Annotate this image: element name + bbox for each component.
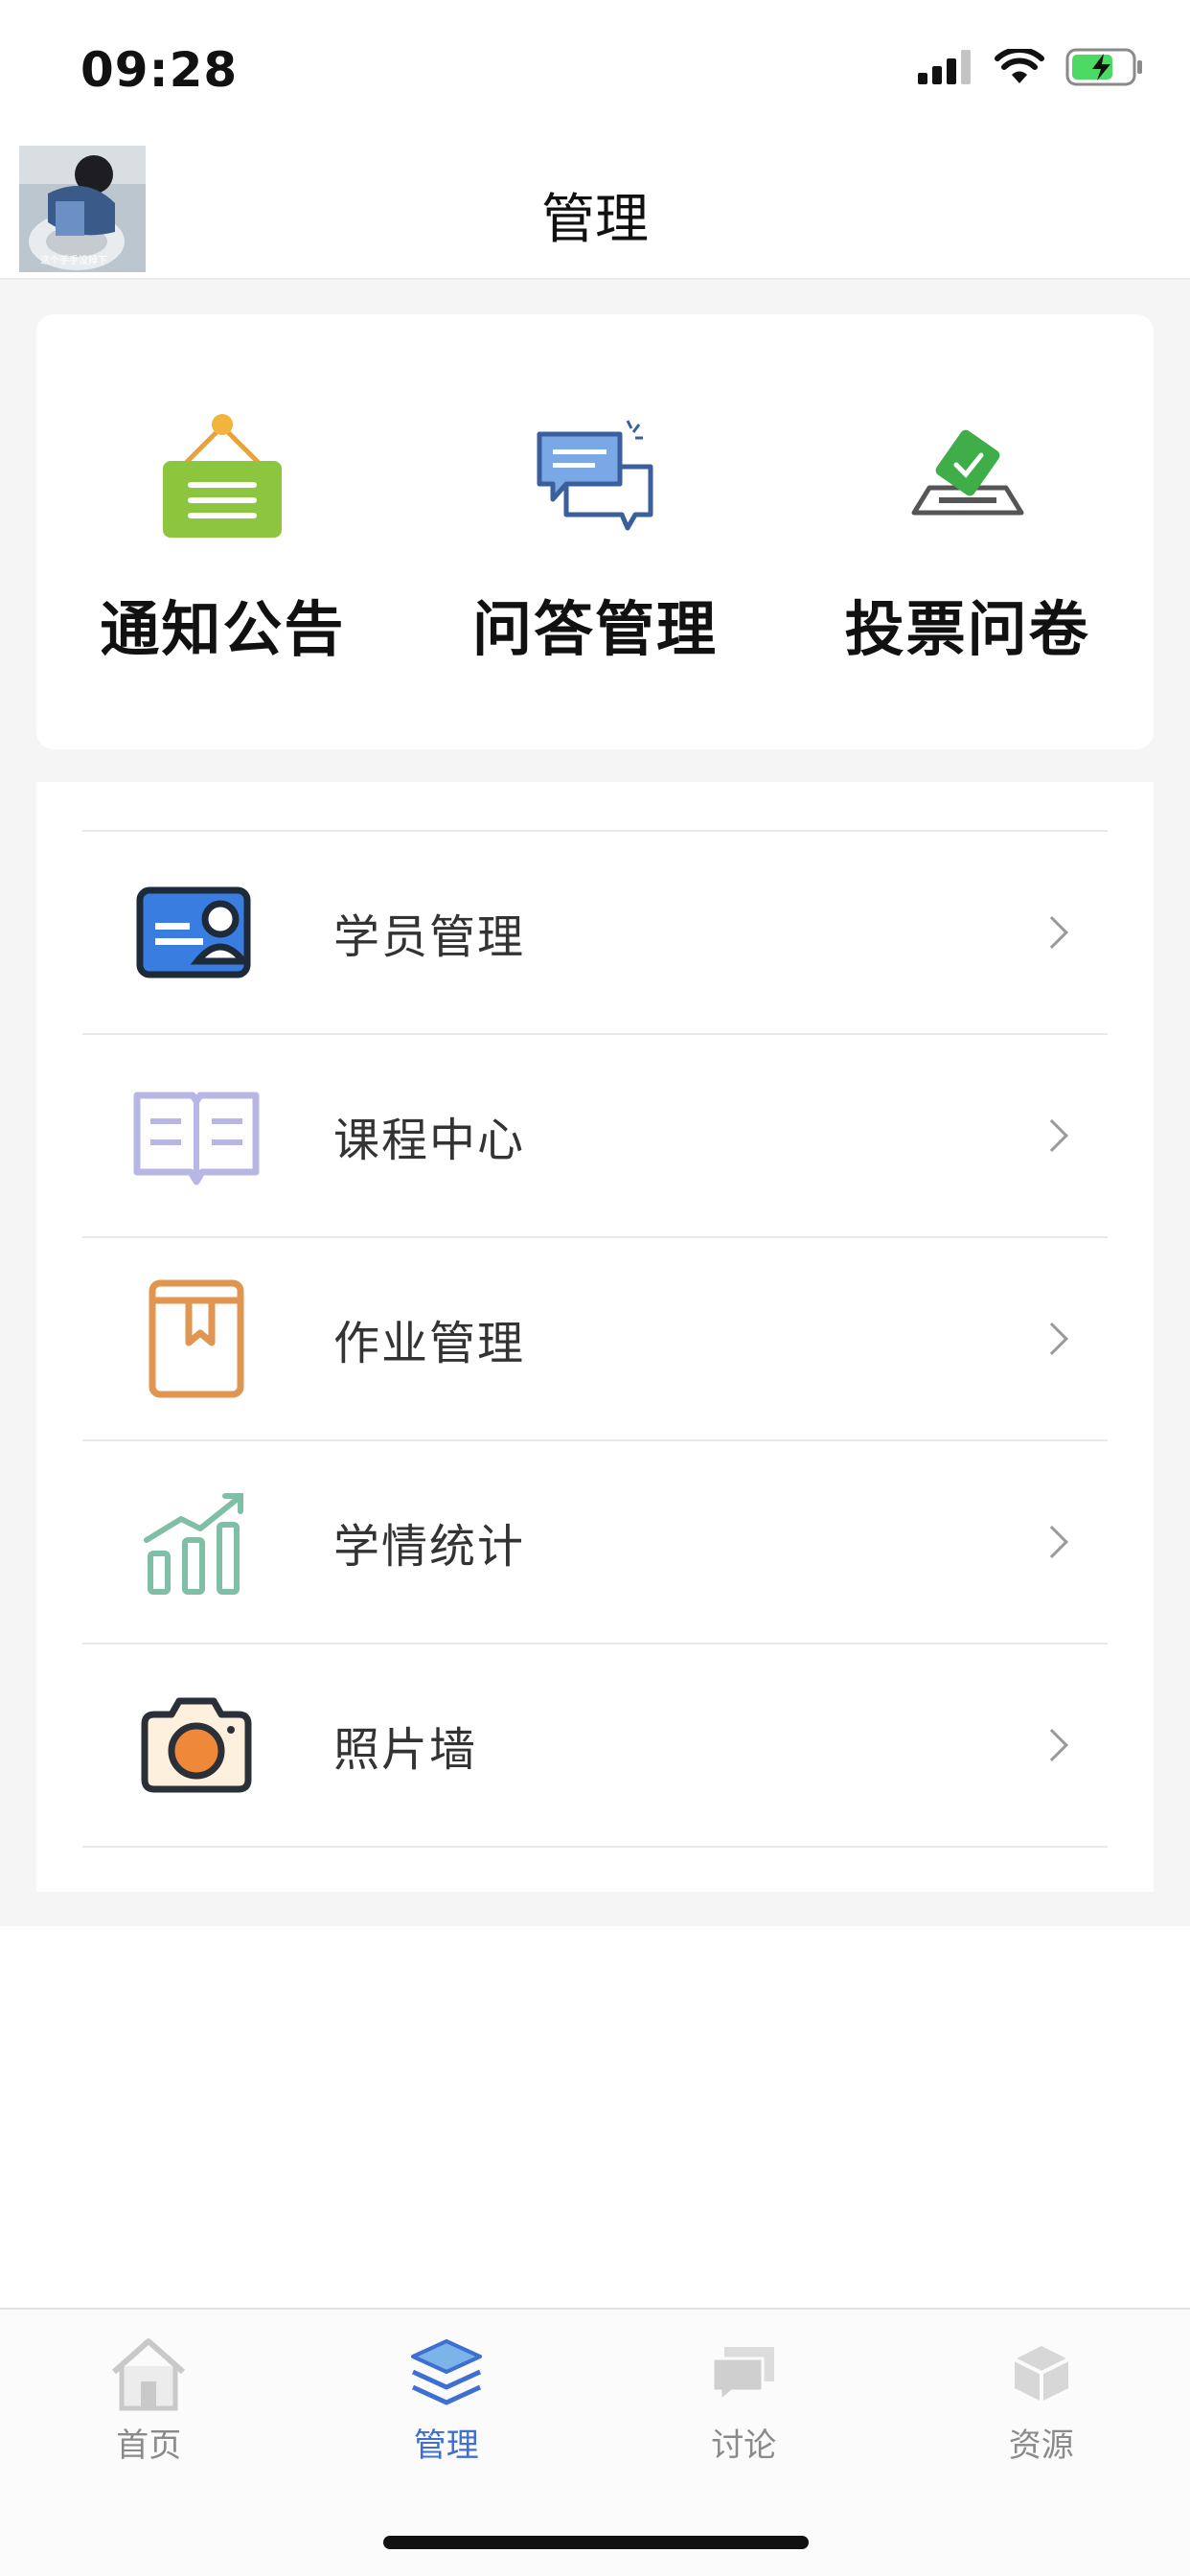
menu-item-course-center[interactable]: 课程中心: [82, 1035, 1108, 1238]
tab-label: 讨论: [711, 2426, 777, 2465]
notice-board-icon: [150, 402, 294, 546]
student-id-card-icon: [125, 861, 268, 1004]
quick-action-notice[interactable]: 通知公告: [36, 314, 409, 749]
battery-charging-icon: [1065, 48, 1144, 90]
tab-discussion[interactable]: 讨论: [595, 2310, 893, 2472]
menu-item-label: 学情统计: [333, 1520, 526, 1574]
ballot-box-icon: [896, 402, 1040, 546]
wifi-icon: [995, 47, 1044, 89]
menu-item-homework-management[interactable]: 作业管理: [82, 1238, 1108, 1441]
chat-bubbles-icon: [523, 402, 667, 546]
menu-item-student-management[interactable]: 学员管理: [82, 832, 1108, 1035]
tab-resources[interactable]: 资源: [893, 2310, 1190, 2472]
quick-action-label: 投票问卷: [844, 594, 1090, 664]
chevron-right-icon: [1036, 1729, 1068, 1761]
menu-list: 学员管理 课程中心 作业管理 学情统计 照片墙: [82, 830, 1108, 1848]
cellular-signal-icon: [918, 50, 973, 88]
menu-item-photo-wall[interactable]: 照片墙: [82, 1644, 1108, 1848]
quick-actions-card: 通知公告 问答管理 投票问卷: [36, 314, 1154, 749]
camera-icon: [125, 1673, 268, 1817]
tab-label: 资源: [1008, 2426, 1074, 2465]
discussion-bubble-icon: [702, 2333, 785, 2415]
tab-label: 管理: [413, 2426, 479, 2465]
bar-chart-trend-icon: [125, 1470, 268, 1614]
resource-cube-icon: [1000, 2333, 1083, 2415]
chevron-right-icon: [1036, 1526, 1068, 1558]
page-title: 管理: [541, 189, 649, 251]
menu-item-label: 作业管理: [333, 1317, 526, 1370]
menu-item-label: 课程中心: [333, 1114, 526, 1167]
nav-bar: 这个手手没掉下 管理: [0, 144, 1190, 280]
menu-item-label: 学员管理: [333, 910, 526, 964]
menu-card: 学员管理 课程中心 作业管理 学情统计 照片墙: [36, 782, 1154, 1892]
chevron-right-icon: [1036, 916, 1068, 949]
tab-bar: 首页 管理 讨论 资源: [0, 2308, 1190, 2576]
tab-home[interactable]: 首页: [0, 2310, 298, 2472]
home-indicator[interactable]: [383, 2536, 809, 2549]
quick-action-vote[interactable]: 投票问卷: [781, 314, 1154, 749]
menu-item-label: 照片墙: [333, 1723, 478, 1777]
menu-item-learning-statistics[interactable]: 学情统计: [82, 1441, 1108, 1644]
homework-book-icon: [125, 1267, 268, 1411]
status-time: 09:28: [80, 42, 239, 98]
tab-label: 首页: [116, 2426, 182, 2465]
chevron-right-icon: [1036, 1322, 1068, 1355]
quick-action-label: 通知公告: [100, 594, 346, 664]
quick-action-label: 问答管理: [472, 594, 719, 664]
open-book-icon: [125, 1064, 268, 1208]
home-icon: [107, 2333, 190, 2415]
status-bar: 09:28: [0, 0, 1190, 144]
status-icons: [918, 47, 1144, 90]
quick-action-qa[interactable]: 问答管理: [409, 314, 782, 749]
tab-management[interactable]: 管理: [298, 2310, 596, 2472]
stacked-layers-icon: [405, 2333, 488, 2415]
avatar-caption: 这个手手没掉下: [40, 256, 107, 266]
chevron-right-icon: [1036, 1119, 1068, 1152]
